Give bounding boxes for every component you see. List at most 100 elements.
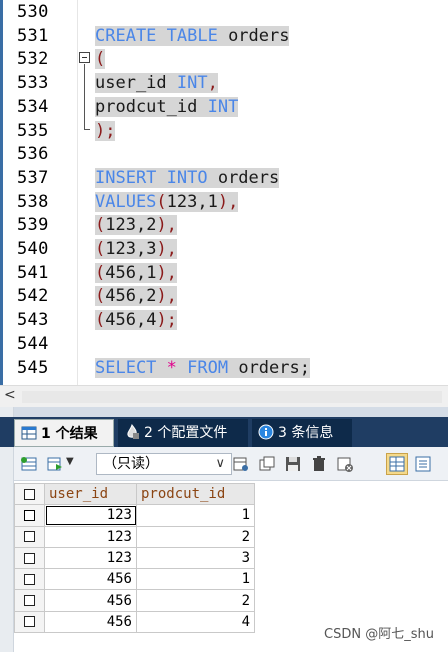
- line-number: 545: [17, 357, 49, 378]
- result-toolbar: ▼ （只读） ∨: [14, 447, 448, 481]
- code-token: ),: [156, 286, 177, 307]
- fold-collapse-icon[interactable]: [79, 52, 90, 63]
- code-line[interactable]: CREATE TABLE orders: [95, 25, 290, 49]
- cell-prodcut-id[interactable]: 3: [136, 546, 255, 570]
- code-token: INT: [166, 73, 208, 94]
- code-line[interactable]: prodcut_id INT: [95, 96, 239, 120]
- header-row: user_id prodcut_id: [14, 482, 255, 506]
- code-line[interactable]: user_id INT,: [95, 72, 218, 96]
- save-icon[interactable]: [284, 455, 302, 473]
- fold-guide-line: [84, 64, 85, 130]
- tab-messages[interactable]: 3 条信息: [252, 419, 352, 447]
- cell-user-id[interactable]: 123: [44, 546, 137, 570]
- chevron-down-icon: ∨: [215, 456, 225, 471]
- cell-prodcut-id[interactable]: 4: [136, 610, 255, 634]
- horizontal-scrollbar[interactable]: <: [0, 385, 448, 407]
- code-line[interactable]: (456,4);: [95, 309, 177, 333]
- row-checkbox[interactable]: [14, 610, 45, 634]
- table-row[interactable]: 123 2: [14, 525, 255, 548]
- code-token: (: [95, 215, 106, 236]
- code-line[interactable]: VALUES(123,1),: [95, 191, 239, 215]
- code-line[interactable]: (456,2),: [95, 285, 177, 309]
- code-token: ),: [217, 191, 239, 212]
- add-row-icon[interactable]: [20, 455, 38, 473]
- scroll-left-arrow-icon[interactable]: <: [4, 387, 16, 403]
- table-row[interactable]: 456 2: [14, 589, 255, 612]
- table-row[interactable]: 123 1: [14, 504, 255, 527]
- select-all-checkbox[interactable]: [14, 482, 45, 506]
- line-number: 544: [17, 333, 49, 354]
- cell-prodcut-id[interactable]: 1: [136, 504, 255, 527]
- checkbox-icon: [24, 616, 35, 628]
- column-header-prodcut-id[interactable]: prodcut_id: [136, 482, 255, 506]
- cell-prodcut-id[interactable]: 2: [136, 589, 255, 612]
- code-token: SELECT: [95, 357, 157, 378]
- table-row[interactable]: 456 1: [14, 568, 255, 591]
- cell-user-id[interactable]: 456: [44, 589, 137, 612]
- code-line[interactable]: SELECT * FROM orders;: [95, 357, 310, 381]
- line-number: 539: [17, 215, 49, 236]
- row-checkbox[interactable]: [14, 525, 45, 548]
- tab-profiles[interactable]: 2 个配置文件: [118, 419, 248, 447]
- cell-prodcut-id[interactable]: 1: [136, 568, 255, 591]
- code-line[interactable]: (: [95, 48, 106, 72]
- code-token: ),: [156, 239, 177, 259]
- grid-view-icon[interactable]: [386, 453, 408, 475]
- line-number: 540: [17, 239, 49, 259]
- row-checkbox[interactable]: [14, 546, 45, 570]
- line-number: 530: [17, 2, 49, 22]
- code-token: ),: [156, 262, 177, 283]
- row-checkbox[interactable]: [14, 504, 45, 527]
- tab-results[interactable]: 1 个结果: [14, 419, 114, 447]
- code-token: INSERT INTO: [95, 167, 208, 188]
- tab-results-label: 1 个结果: [41, 426, 98, 442]
- discard-changes-icon[interactable]: [336, 455, 354, 473]
- code-token: 123,1: [166, 191, 218, 212]
- cell-user-id[interactable]: 123: [44, 525, 137, 548]
- result-tabs: 1 个结果 2 个配置文件 3 条信息: [0, 417, 448, 447]
- row-checkbox[interactable]: [14, 589, 45, 612]
- code-token: );: [95, 120, 116, 141]
- cell-user-id[interactable]: 123: [44, 504, 137, 527]
- duplicate-row-icon[interactable]: [258, 455, 276, 473]
- table-row[interactable]: 456 4: [14, 610, 255, 634]
- delete-icon[interactable]: [310, 455, 328, 473]
- checkbox-icon: [24, 531, 35, 543]
- export-dropdown-caret-icon[interactable]: ▼: [66, 456, 74, 467]
- line-number: 536: [17, 144, 49, 165]
- code-line[interactable]: INSERT INTO orders: [95, 167, 280, 191]
- line-number: 531: [17, 25, 49, 46]
- line-number: 535: [17, 120, 49, 141]
- table-row[interactable]: 123 3: [14, 546, 255, 570]
- code-token: 123,2: [105, 215, 157, 236]
- code-line[interactable]: (123,2),: [95, 214, 177, 238]
- column-header-user-id[interactable]: user_id: [44, 482, 137, 506]
- sql-editor[interactable]: 530 531 532 533 534 535 536 537 538 539 540 541 542 5…: [0, 0, 448, 385]
- code-token: 123,3: [105, 239, 157, 259]
- export-icon[interactable]: [46, 455, 64, 473]
- code-token: prodcut_id: [95, 96, 198, 117]
- code-token: ),: [156, 215, 177, 236]
- info-circle-icon: [258, 424, 274, 440]
- cell-user-id[interactable]: 456: [44, 568, 137, 591]
- code-line[interactable]: (123,3),: [95, 238, 177, 262]
- code-token: (: [95, 49, 106, 70]
- code-token: orders;: [228, 357, 310, 378]
- gutter-divider: [77, 0, 78, 385]
- row-checkbox[interactable]: [14, 568, 45, 591]
- line-number: 534: [17, 96, 49, 117]
- line-number: 541: [17, 262, 49, 283]
- code-token: (: [95, 286, 106, 307]
- cell-user-id[interactable]: 456: [44, 610, 137, 634]
- read-only-mode-select[interactable]: （只读） ∨: [96, 453, 232, 475]
- insert-row-icon[interactable]: [232, 455, 250, 473]
- cell-prodcut-id[interactable]: 2: [136, 525, 255, 548]
- table-grid-icon: [21, 426, 37, 440]
- form-view-icon[interactable]: [414, 455, 432, 473]
- code-line[interactable]: (456,1),: [95, 262, 177, 286]
- code-token: 456,1: [105, 262, 157, 283]
- code-line[interactable]: );: [95, 120, 116, 144]
- pane-splitter[interactable]: [0, 407, 448, 417]
- code-token: VALUES: [95, 191, 157, 212]
- scrollbar-track[interactable]: [22, 391, 442, 403]
